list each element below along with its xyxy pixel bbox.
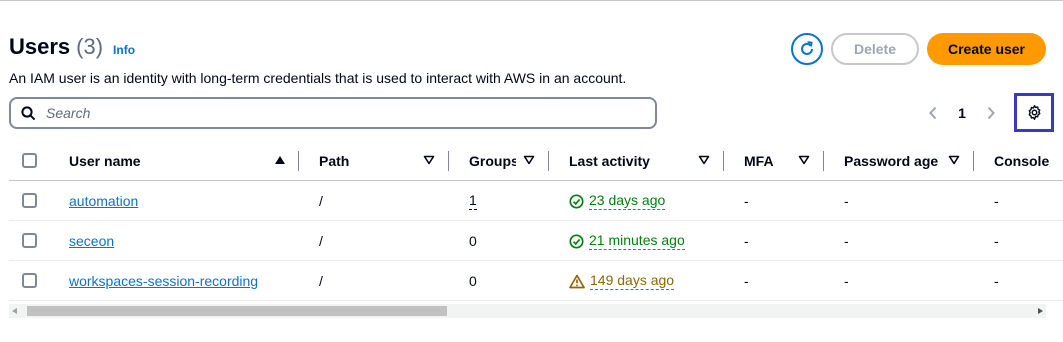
mfa-cell: -: [744, 233, 749, 249]
column-divider[interactable]: [448, 151, 449, 171]
next-page-button[interactable]: [980, 101, 1002, 125]
groups-count: 0: [469, 233, 477, 249]
console-cell: -: [994, 233, 999, 249]
scrollbar-thumb[interactable]: [27, 306, 447, 316]
column-divider[interactable]: [823, 151, 824, 171]
last-activity-cell: 149 days ago: [569, 261, 675, 301]
sort-icon[interactable]: [698, 155, 710, 165]
column-groups[interactable]: Groups: [469, 141, 516, 181]
success-check-icon: [569, 193, 584, 209]
users-table: User name Path Groups Last activity MFA …: [9, 141, 1063, 301]
search-input[interactable]: Search: [9, 97, 657, 129]
column-divider[interactable]: [548, 151, 549, 171]
header-actions: Delete Create user: [791, 33, 1046, 65]
column-user-name[interactable]: User name: [69, 141, 141, 181]
title-row: Users (3) Info: [9, 34, 135, 60]
warning-icon: [569, 274, 585, 288]
table-header: User name Path Groups Last activity MFA …: [9, 141, 1063, 181]
table-row[interactable]: workspaces-session-recording / 0 149 day…: [9, 261, 1063, 301]
refresh-button[interactable]: [791, 33, 823, 65]
user-name-link[interactable]: workspaces-session-recording: [69, 273, 258, 289]
row-checkbox[interactable]: [22, 273, 37, 288]
path-cell: /: [319, 273, 323, 289]
password-age-cell: -: [844, 233, 849, 249]
success-check-icon: [569, 233, 584, 249]
user-name-link[interactable]: seceon: [69, 233, 114, 249]
chevron-right-icon: [987, 106, 995, 120]
horizontal-scrollbar[interactable]: [9, 304, 1046, 318]
sort-ascending-icon[interactable]: [274, 155, 286, 165]
create-user-button[interactable]: Create user: [927, 33, 1046, 65]
pagination: 1: [922, 101, 1002, 125]
column-password-age[interactable]: Password age: [844, 141, 938, 181]
sort-icon[interactable]: [523, 155, 535, 165]
column-path[interactable]: Path: [319, 141, 349, 181]
last-activity-text[interactable]: 149 days ago: [590, 272, 675, 290]
mfa-cell: -: [744, 193, 749, 209]
last-activity-text[interactable]: 21 minutes ago: [589, 232, 685, 250]
user-name-link[interactable]: automation: [69, 193, 138, 209]
path-cell: /: [319, 233, 323, 249]
table-row[interactable]: automation / 1 23 days ago - - -: [9, 181, 1063, 221]
column-mfa[interactable]: MFA: [744, 141, 774, 181]
last-activity-cell: 23 days ago: [569, 181, 666, 221]
row-checkbox[interactable]: [22, 233, 37, 248]
path-cell: /: [319, 193, 323, 209]
previous-page-button[interactable]: [922, 101, 944, 125]
page-description: An IAM user is an identity with long-ter…: [9, 70, 627, 86]
chevron-left-icon: [929, 106, 937, 120]
table-settings-button[interactable]: [1014, 93, 1054, 132]
password-age-cell: -: [844, 273, 849, 289]
top-divider: [0, 0, 1063, 1]
info-link[interactable]: Info: [113, 43, 135, 57]
column-divider[interactable]: [973, 151, 974, 171]
password-age-cell: -: [844, 193, 849, 209]
search-placeholder: Search: [46, 105, 91, 121]
groups-count[interactable]: 1: [469, 192, 477, 210]
column-last-activity[interactable]: Last activity: [569, 141, 650, 181]
mfa-cell: -: [744, 273, 749, 289]
users-count: (3): [76, 34, 104, 59]
column-console[interactable]: Console: [994, 141, 1049, 181]
row-checkbox[interactable]: [22, 193, 37, 208]
page-title: Users: [9, 34, 71, 59]
select-all-checkbox[interactable]: [22, 153, 37, 168]
last-activity-cell: 21 minutes ago: [569, 221, 685, 261]
gear-icon: [1028, 105, 1040, 120]
console-cell: -: [994, 273, 999, 289]
sort-icon[interactable]: [798, 155, 810, 165]
groups-count: 0: [469, 273, 477, 289]
scroll-left-arrow-icon[interactable]: [12, 308, 18, 314]
column-divider[interactable]: [298, 151, 299, 171]
sort-icon[interactable]: [423, 155, 435, 165]
table-row[interactable]: seceon / 0 21 minutes ago - - -: [9, 221, 1063, 261]
delete-button[interactable]: Delete: [831, 33, 919, 65]
column-divider[interactable]: [723, 151, 724, 171]
search-icon: [21, 105, 36, 120]
scroll-right-arrow-icon[interactable]: [1037, 308, 1043, 314]
last-activity-text[interactable]: 23 days ago: [589, 192, 666, 210]
console-cell: -: [994, 193, 999, 209]
refresh-icon: [801, 41, 813, 55]
sort-icon[interactable]: [948, 155, 960, 165]
current-page-number[interactable]: 1: [944, 105, 980, 121]
